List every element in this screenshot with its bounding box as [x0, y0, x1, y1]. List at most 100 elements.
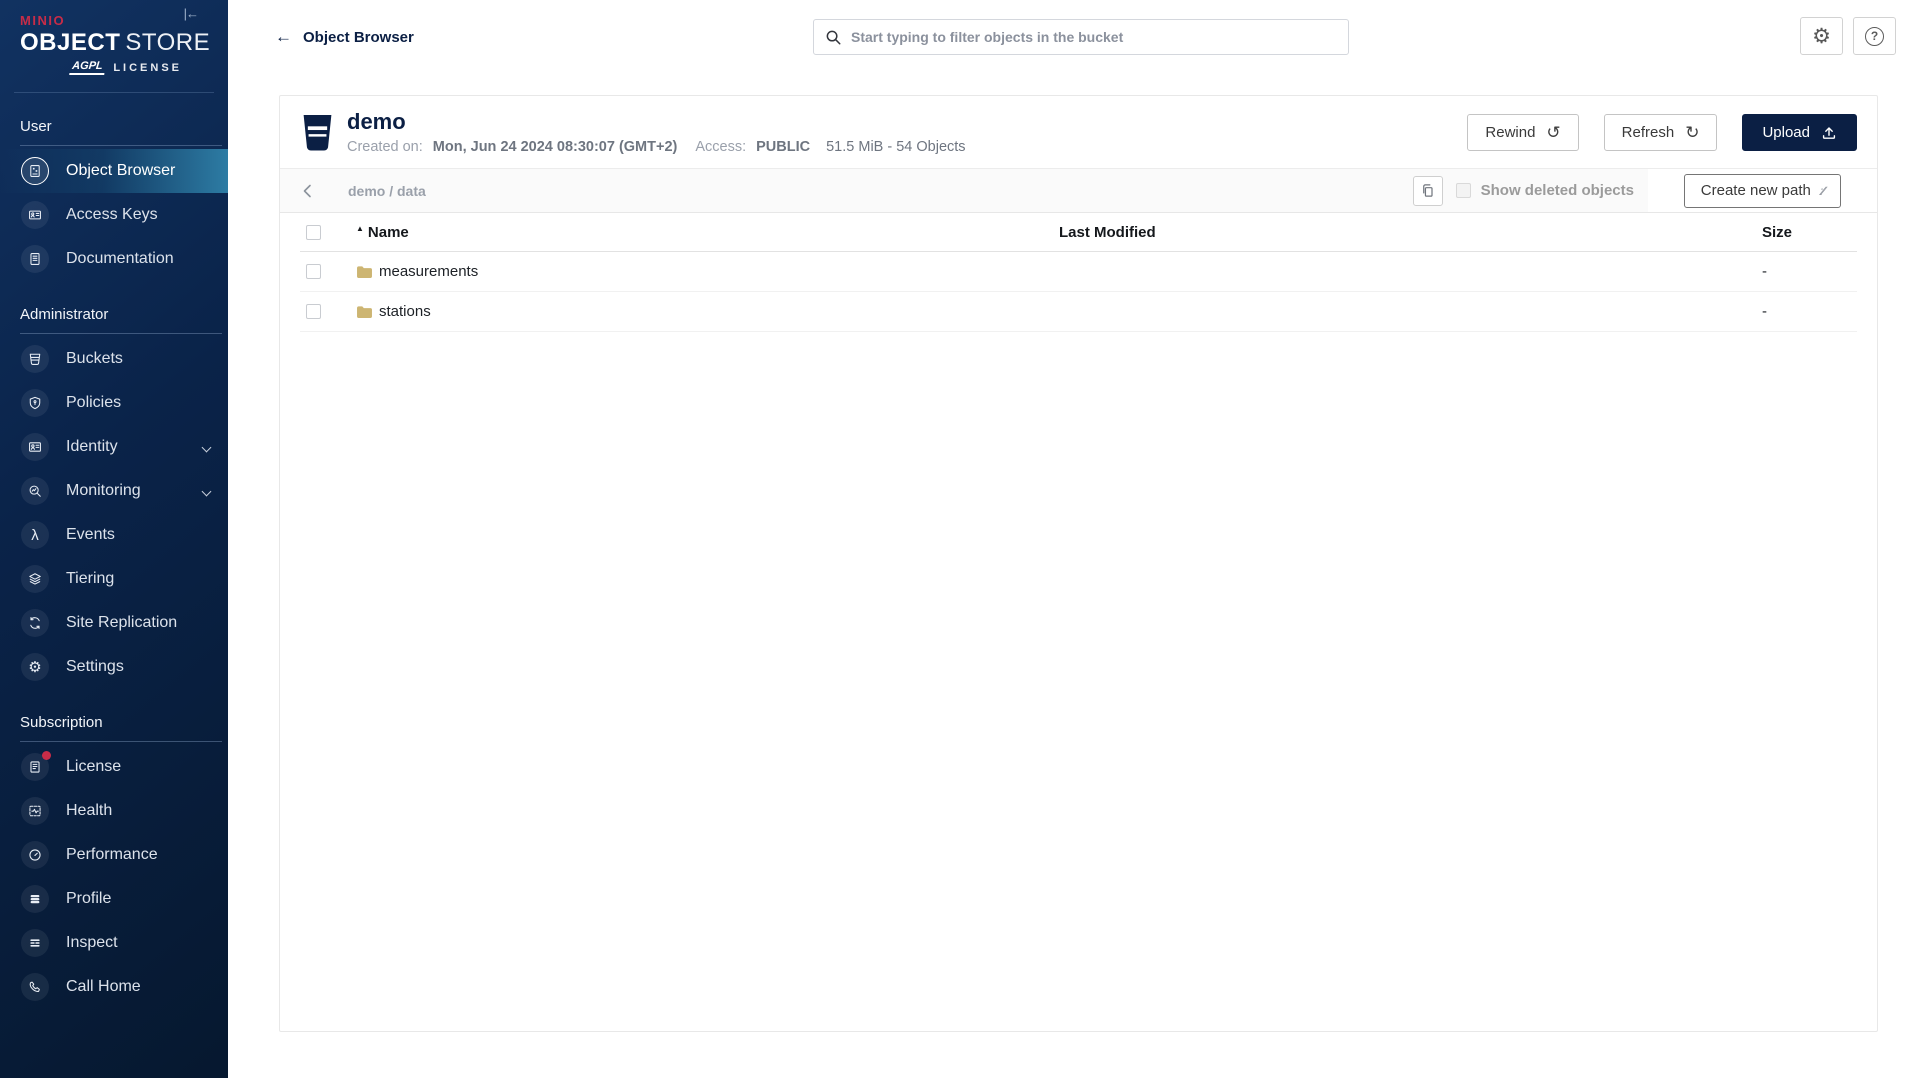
performance-gauge-icon: [21, 841, 49, 869]
buckets-icon: [21, 345, 49, 373]
profile-bars-icon: [21, 885, 49, 913]
back-arrow-icon: ←: [275, 27, 292, 47]
sidebar-item-label: Buckets: [66, 350, 123, 368]
sidebar-item-inspect[interactable]: Inspect: [0, 921, 228, 965]
license-row: AGPL LICENSE: [20, 60, 228, 75]
sidebar-item-label: Monitoring: [66, 482, 141, 500]
chevron-down-icon[interactable]: [202, 442, 212, 452]
sidebar-item-documentation[interactable]: Documentation: [0, 237, 228, 281]
bucket-meta: Created on: Mon, Jun 24 2024 08:30:07 (G…: [347, 139, 966, 155]
table-row[interactable]: stations -: [300, 292, 1857, 332]
object-name: measurements: [379, 263, 478, 280]
main-content: ← Object Browser ⚙ ? demo Created on: Mo…: [228, 0, 1912, 1078]
license-document-icon: [21, 753, 49, 781]
rewind-button[interactable]: Rewind ↺: [1467, 114, 1578, 151]
help-icon: ?: [1865, 27, 1884, 46]
column-header-size[interactable]: Size: [1762, 224, 1857, 241]
show-deleted-label: Show deleted objects: [1481, 182, 1634, 199]
bucket-actions: Rewind ↺ Refresh ↻ Upload: [1467, 114, 1857, 151]
policies-shield-icon: [21, 389, 49, 417]
sidebar-item-label: Health: [66, 802, 112, 820]
breadcrumb[interactable]: demo / data: [348, 183, 426, 199]
site-replication-sync-icon: [21, 609, 49, 637]
column-header-name[interactable]: ▲ Name: [356, 224, 1059, 241]
sidebar-item-health[interactable]: Health: [0, 789, 228, 833]
sidebar-item-label: Identity: [66, 438, 118, 456]
sidebar-item-label: Inspect: [66, 934, 118, 952]
sidebar-item-label: Settings: [66, 658, 124, 676]
sidebar-item-tiering[interactable]: Tiering: [0, 557, 228, 601]
object-size: -: [1762, 263, 1857, 280]
sidebar-item-label: Documentation: [66, 250, 174, 268]
table-header-row: ▲ Name Last Modified Size: [300, 213, 1857, 252]
chevron-down-icon[interactable]: [202, 486, 212, 496]
sidebar-item-performance[interactable]: Performance: [0, 833, 228, 877]
refresh-button[interactable]: Refresh ↻: [1604, 114, 1718, 151]
page-title: Object Browser: [303, 29, 414, 46]
sidebar-item-site-replication[interactable]: Site Replication: [0, 601, 228, 645]
access-value: PUBLIC: [756, 139, 810, 155]
sidebar-item-call-home[interactable]: Call Home: [0, 965, 228, 1009]
page-back-nav[interactable]: ← Object Browser: [275, 27, 414, 47]
sidebar-item-profile[interactable]: Profile: [0, 877, 228, 921]
column-header-last-modified[interactable]: Last Modified: [1059, 224, 1762, 241]
copy-path-button[interactable]: [1413, 176, 1443, 206]
object-browser-icon: [21, 157, 49, 185]
sidebar-item-label: Events: [66, 526, 115, 544]
path-back-button[interactable]: [280, 169, 336, 212]
sidebar-item-label: Site Replication: [66, 614, 177, 632]
bucket-size-summary: 51.5 MiB - 54 Objects: [826, 139, 965, 155]
documentation-icon: [21, 245, 49, 273]
sidebar-item-settings[interactable]: ⚙ Settings: [0, 645, 228, 689]
upload-icon: [1821, 125, 1837, 141]
row-checkbox[interactable]: [306, 264, 321, 279]
table-row[interactable]: measurements -: [300, 252, 1857, 292]
tiering-layers-icon: [21, 565, 49, 593]
events-lambda-icon: λ: [21, 521, 49, 549]
upload-button[interactable]: Upload: [1742, 114, 1857, 151]
refresh-icon: ↻: [1685, 124, 1699, 141]
sidebar-section-user: User: [20, 118, 228, 135]
search-input[interactable]: [851, 29, 1337, 45]
license-notification-dot: [42, 751, 51, 760]
create-path-zone: Create new path :∕∕: [1648, 169, 1877, 212]
sidebar-item-access-keys[interactable]: Access Keys: [0, 193, 228, 237]
copy-icon: [1420, 183, 1435, 198]
sidebar-item-object-browser[interactable]: Object Browser: [0, 149, 228, 193]
call-home-phone-icon: [21, 973, 49, 1001]
license-label: LICENSE: [113, 62, 182, 74]
access-keys-icon: [21, 201, 49, 229]
access-label: Access:: [695, 139, 746, 155]
sidebar-section-administrator: Administrator: [20, 306, 228, 323]
sidebar-collapse-icon[interactable]: |←: [184, 6, 198, 21]
bucket-name: demo: [347, 110, 966, 134]
topbar: ← Object Browser ⚙ ?: [228, 0, 1912, 74]
section-divider: [20, 333, 222, 334]
select-all-checkbox[interactable]: [306, 225, 321, 240]
sidebar-item-identity[interactable]: Identity: [0, 425, 228, 469]
help-button[interactable]: ?: [1853, 17, 1896, 55]
show-deleted-toggle: Show deleted objects: [1456, 182, 1634, 199]
object-filter-search[interactable]: [813, 19, 1349, 55]
row-checkbox[interactable]: [306, 304, 321, 319]
inspect-bars-icon: [21, 929, 49, 957]
object-size: -: [1762, 303, 1857, 320]
sidebar-item-events[interactable]: λ Events: [0, 513, 228, 557]
sidebar-item-label: Tiering: [66, 570, 114, 588]
sidebar-item-policies[interactable]: Policies: [0, 381, 228, 425]
settings-button[interactable]: ⚙: [1800, 17, 1843, 55]
sidebar-item-label: Performance: [66, 846, 158, 864]
agpl-badge: AGPL: [69, 60, 105, 75]
sidebar-item-license[interactable]: License: [0, 745, 228, 789]
create-new-path-button[interactable]: Create new path :∕∕: [1684, 174, 1841, 208]
sidebar-item-monitoring[interactable]: Monitoring: [0, 469, 228, 513]
bucket-header: demo Created on: Mon, Jun 24 2024 08:30:…: [280, 96, 1877, 168]
object-name: stations: [379, 303, 431, 320]
path-toolbar: demo / data Show deleted objects Create …: [280, 168, 1877, 213]
show-deleted-checkbox[interactable]: [1456, 183, 1471, 198]
sort-ascending-icon: ▲: [356, 224, 364, 233]
created-label: Created on:: [347, 139, 423, 155]
sidebar-item-label: Call Home: [66, 978, 141, 996]
sidebar-item-label: Policies: [66, 394, 121, 412]
sidebar-item-buckets[interactable]: Buckets: [0, 337, 228, 381]
